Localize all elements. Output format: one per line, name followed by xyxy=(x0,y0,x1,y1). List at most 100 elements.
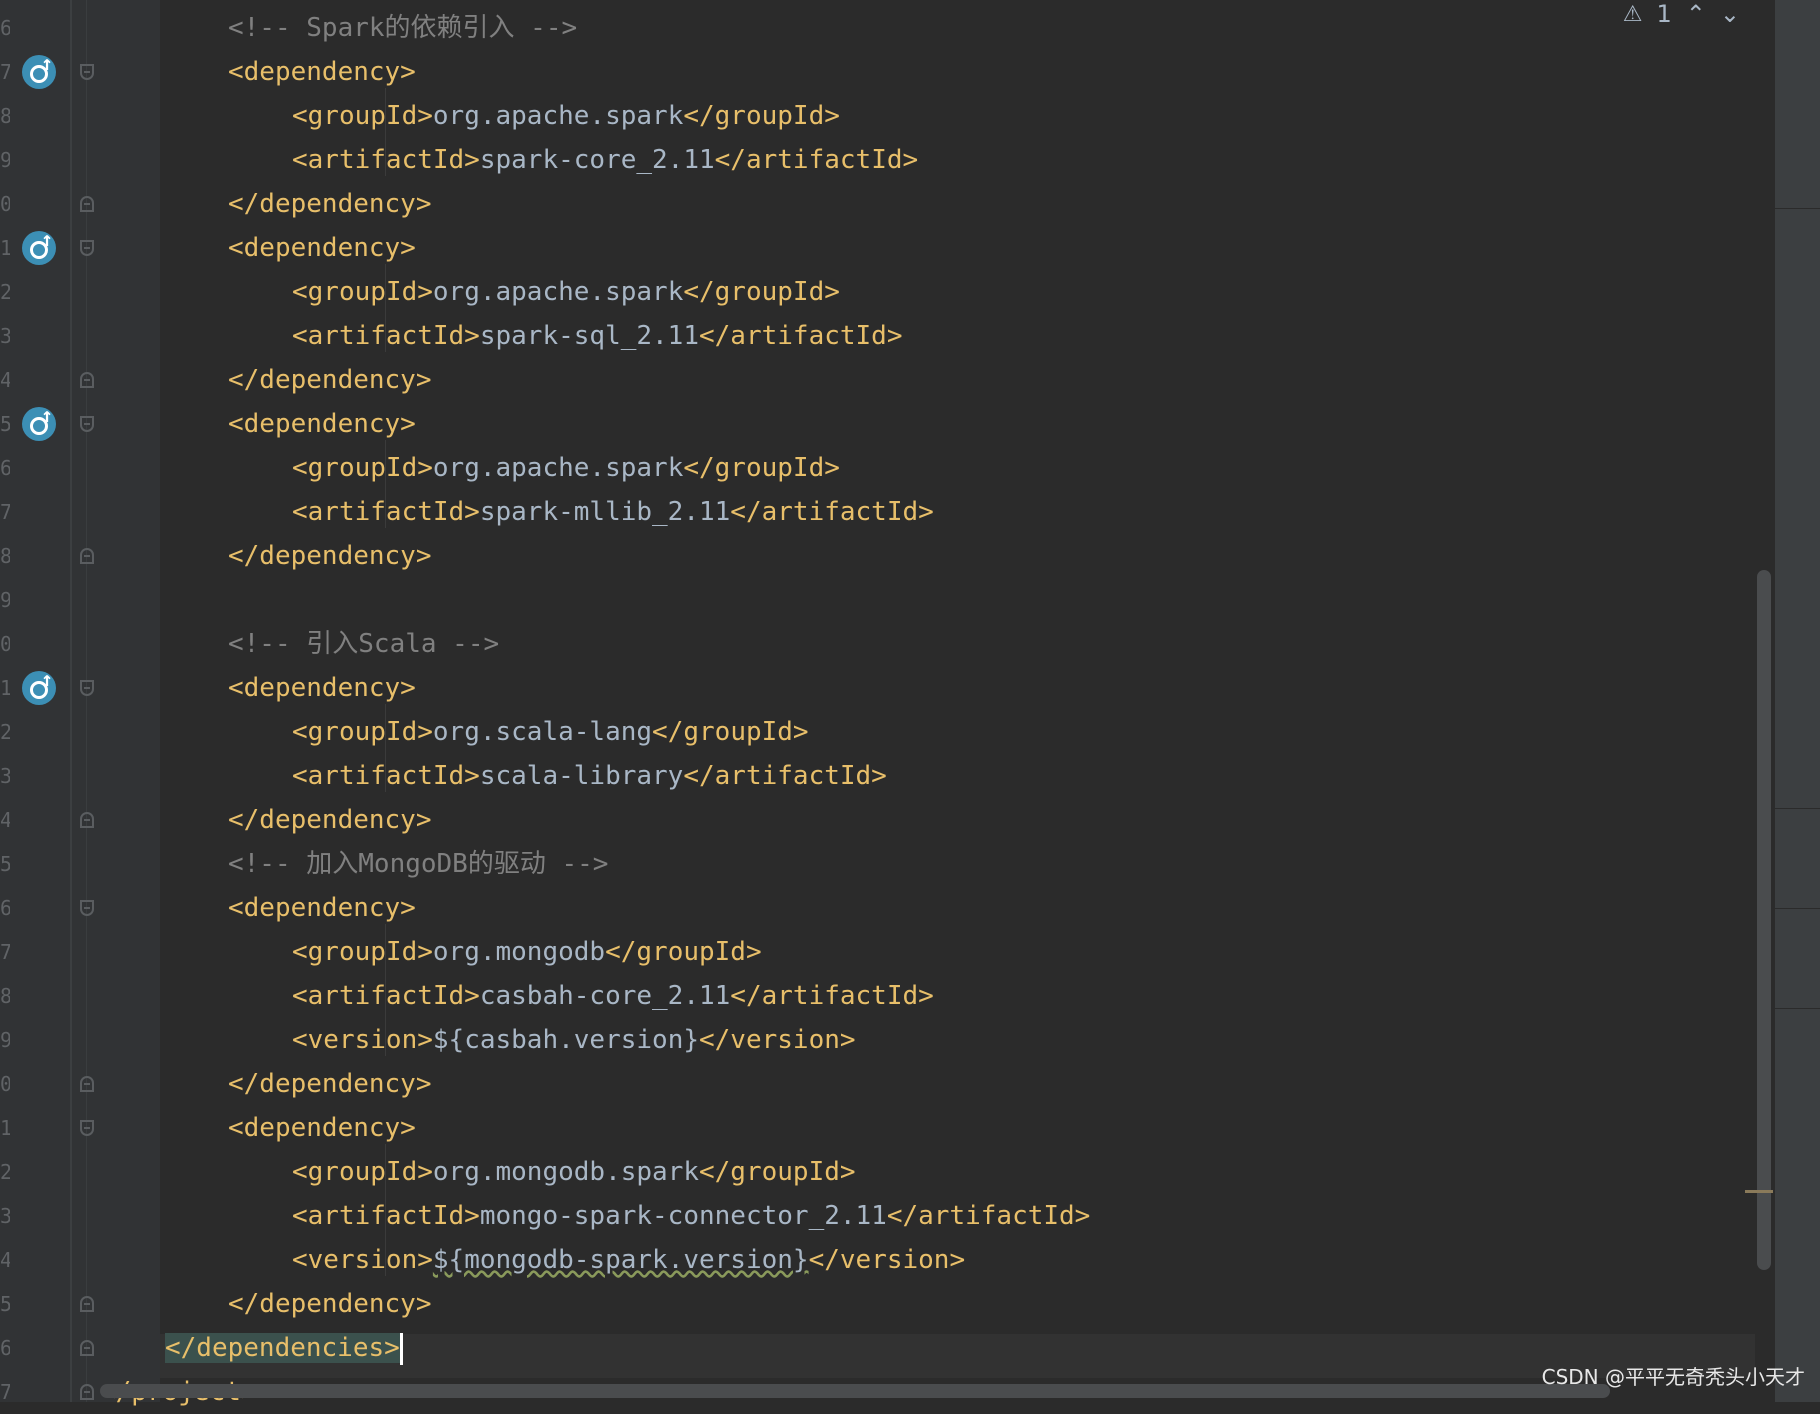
tool-window-tab[interactable] xyxy=(1775,710,1820,809)
code-line[interactable]: <artifactId>spark-core_2.11</artifactId> xyxy=(292,138,918,182)
error-stripe-marker[interactable] xyxy=(1745,1190,1773,1193)
code-line[interactable]: <artifactId>spark-sql_2.11</artifactId> xyxy=(292,314,903,358)
line-number: 5 xyxy=(0,412,10,436)
code-line[interactable]: </dependency> xyxy=(228,182,432,226)
line-number: 1 xyxy=(0,1116,10,1140)
inspection-widget[interactable]: ⚠ 1 ⌃ ⌄ xyxy=(1623,0,1740,28)
code-line[interactable]: <dependency> xyxy=(228,1106,416,1150)
fold-toggle-icon[interactable] xyxy=(80,680,94,696)
maven-update-icon[interactable] xyxy=(22,667,56,705)
fold-toggle-icon[interactable] xyxy=(80,1384,94,1400)
line-number: 9 xyxy=(0,1028,10,1052)
code-line[interactable]: <artifactId>scala-library</artifactId> xyxy=(292,754,887,798)
fold-toggle-icon[interactable] xyxy=(80,812,94,828)
code-line[interactable]: <!-- Spark的依赖引入 --> xyxy=(228,6,577,50)
line-number: 2 xyxy=(0,1160,10,1184)
xml-close-tag: </dependency> xyxy=(228,541,432,571)
fold-toggle-icon[interactable] xyxy=(80,416,94,432)
xml-value: spark-sql_2.11 xyxy=(479,321,699,351)
line-number: 5 xyxy=(0,1292,10,1316)
xml-close-tag: </dependency> xyxy=(228,805,432,835)
tool-window-tab[interactable] xyxy=(1775,110,1820,209)
maven-update-icon[interactable] xyxy=(22,403,56,441)
line-number: 1 xyxy=(0,236,10,260)
code-line[interactable]: <dependency> xyxy=(228,886,416,930)
code-line[interactable]: <version>${casbah.version}</version> xyxy=(292,1018,856,1062)
code-line[interactable]: </dependency> xyxy=(228,1282,432,1326)
xml-value: ${casbah.version} xyxy=(432,1025,699,1055)
xml-value: scala-library xyxy=(479,761,684,791)
xml-close-tag: </dependency> xyxy=(228,1069,432,1099)
code-line[interactable]: <dependency> xyxy=(228,226,416,270)
line-number: 7 xyxy=(0,60,10,84)
code-line[interactable]: <groupId>org.apache.spark</groupId> xyxy=(292,270,840,314)
line-number: 2 xyxy=(0,280,10,304)
line-number: 8 xyxy=(0,984,10,1008)
xml-close-tag: </dependency> xyxy=(228,365,432,395)
code-line[interactable]: </dependency> xyxy=(228,534,432,578)
line-number: 7 xyxy=(0,940,10,964)
code-line[interactable]: <artifactId>casbah-core_2.11</artifactId… xyxy=(292,974,934,1018)
line-number: 6 xyxy=(0,1336,10,1360)
code-line[interactable]: <artifactId>spark-mllib_2.11</artifactId… xyxy=(292,490,934,534)
xml-value: org.scala-lang xyxy=(432,717,653,747)
code-editor[interactable]: <!-- Spark的依赖引入 --> <dependency> <groupId>… xyxy=(100,0,1775,1407)
xml-value: org.mongodb.spark xyxy=(432,1157,699,1187)
code-line[interactable]: <dependency> xyxy=(228,666,416,710)
code-line[interactable]: <groupId>org.apache.spark</groupId> xyxy=(292,94,840,138)
fold-toggle-icon[interactable] xyxy=(80,900,94,916)
xml-open-tag: <artifactId> xyxy=(292,1201,480,1231)
warning-triangle-icon[interactable]: ⚠ xyxy=(1623,2,1643,27)
code-line[interactable]: <dependency> xyxy=(228,50,416,94)
code-line[interactable]: <groupId>org.mongodb</groupId> xyxy=(292,930,762,974)
xml-open-tag: <dependency> xyxy=(228,57,416,87)
line-number: 6 xyxy=(0,456,10,480)
xml-open-tag: <groupId> xyxy=(292,937,433,967)
chevron-up-icon[interactable]: ⌃ xyxy=(1686,0,1706,28)
code-line[interactable]: </dependency> xyxy=(228,1062,432,1106)
code-line[interactable]: <!-- 引入Scala --> xyxy=(228,622,499,666)
horizontal-scrollbar-thumb[interactable] xyxy=(100,1384,1610,1398)
code-line[interactable]: <groupId>org.apache.spark</groupId> xyxy=(292,446,840,490)
code-line[interactable]: <!-- 加入MongoDB的驱动 --> xyxy=(228,842,608,886)
xml-value: mongo-spark-connector_2.11 xyxy=(479,1201,887,1231)
maven-update-icon[interactable] xyxy=(22,227,56,265)
code-line[interactable]: </dependency> xyxy=(228,798,432,842)
line-number: 4 xyxy=(0,1248,10,1272)
xml-close-tag: </artifactId> xyxy=(683,761,887,791)
code-line[interactable]: <groupId>org.scala-lang</groupId> xyxy=(292,710,809,754)
fold-toggle-icon[interactable] xyxy=(80,1340,94,1356)
vertical-scrollbar-thumb[interactable] xyxy=(1757,570,1771,1270)
code-line[interactable]: </dependencies> xyxy=(165,1326,403,1370)
xml-value: org.apache.spark xyxy=(432,277,684,307)
xml-open-tag: <groupId> xyxy=(292,277,433,307)
line-number: 9 xyxy=(0,148,10,172)
fold-toggle-icon[interactable] xyxy=(80,196,94,212)
fold-toggle-icon[interactable] xyxy=(80,1296,94,1312)
fold-toggle-icon[interactable] xyxy=(80,1120,94,1136)
tool-window-tab[interactable] xyxy=(1775,810,1820,909)
line-number: 3 xyxy=(0,324,10,348)
code-line[interactable]: </dependency> xyxy=(228,358,432,402)
line-number: 6 xyxy=(0,16,10,40)
code-line[interactable]: <groupId>org.mongodb.spark</groupId> xyxy=(292,1150,856,1194)
fold-toggle-icon[interactable] xyxy=(80,240,94,256)
maven-update-icon[interactable] xyxy=(22,51,56,89)
code-line[interactable]: <dependency> xyxy=(228,402,416,446)
line-number: 6 xyxy=(0,896,10,920)
code-line[interactable]: <version>${mongodb-spark.version}</versi… xyxy=(292,1238,965,1282)
xml-comment: <!-- Spark的依赖引入 --> xyxy=(228,13,578,43)
tool-window-tab[interactable] xyxy=(1775,910,1820,1009)
line-number: 9 xyxy=(0,588,10,612)
fold-toggle-icon[interactable] xyxy=(80,548,94,564)
line-number: 1 xyxy=(0,676,10,700)
fold-toggle-icon[interactable] xyxy=(80,64,94,80)
xml-close-tag: </artifactId> xyxy=(886,1201,1091,1231)
xml-close-tag: </dependency> xyxy=(228,189,432,219)
fold-toggle-icon[interactable] xyxy=(80,372,94,388)
xml-close-tag: </groupId> xyxy=(699,1157,856,1187)
xml-open-tag: <artifactId> xyxy=(292,497,480,527)
chevron-down-icon[interactable]: ⌄ xyxy=(1720,0,1740,28)
code-line[interactable]: <artifactId>mongo-spark-connector_2.11</… xyxy=(292,1194,1090,1238)
fold-toggle-icon[interactable] xyxy=(80,1076,94,1092)
